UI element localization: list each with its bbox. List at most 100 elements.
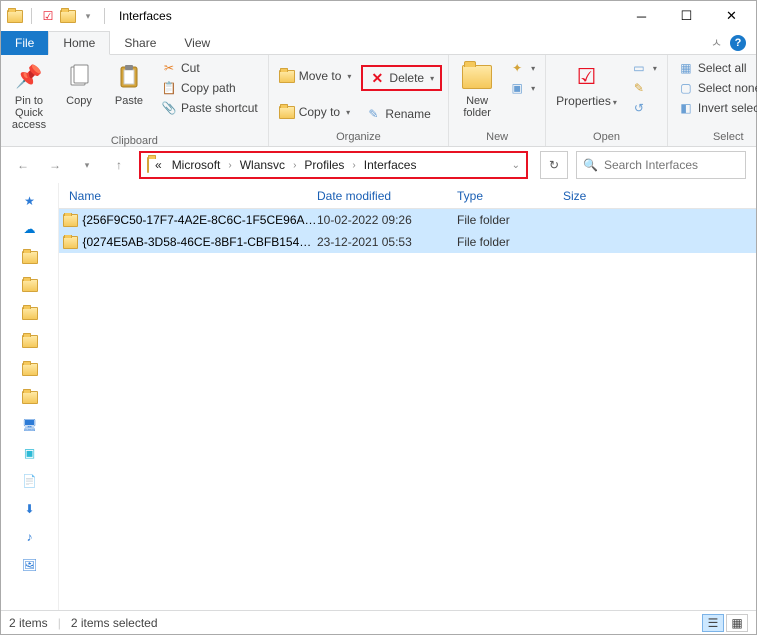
thumbnails-view-button[interactable]: ▦	[726, 614, 748, 632]
nav-bar: ← → ▾ ↑ « Microsoft› Wlansvc› Profiles› …	[1, 147, 756, 183]
copy-button[interactable]: Copy	[57, 59, 101, 133]
cut-button[interactable]: ✂Cut	[157, 59, 262, 77]
rename-icon: ✎	[365, 106, 381, 122]
breadcrumb-item[interactable]: Wlansvc	[236, 156, 289, 174]
status-bar: 2 items | 2 items selected ☰ ▦	[1, 610, 756, 634]
paste-shortcut-button[interactable]: 📎Paste shortcut	[157, 99, 262, 117]
address-bar[interactable]: « Microsoft› Wlansvc› Profiles› Interfac…	[139, 151, 528, 179]
search-icon: 🔍	[583, 158, 598, 172]
pictures-icon[interactable]: 🖼	[20, 555, 40, 575]
documents-icon[interactable]: 📄	[20, 471, 40, 491]
select-all-icon: ▦	[678, 60, 694, 76]
close-button[interactable]: ✕	[709, 1, 754, 31]
history-icon: ↺	[631, 100, 647, 116]
paste-icon	[113, 61, 145, 93]
onedrive-icon[interactable]: ☁	[20, 219, 40, 239]
new-item-icon: ✦	[509, 60, 525, 76]
chevron-right-icon[interactable]: ›	[226, 160, 233, 171]
ribbon-tabs: File Home Share View ㅅ ?	[1, 31, 756, 55]
group-label: Open	[552, 129, 661, 146]
edit-button[interactable]: ✎	[627, 79, 661, 97]
folder-icon[interactable]	[20, 303, 40, 323]
list-item[interactable]: {0274E5AB-3D58-46CE-8BF1-CBFB154CE... 23…	[59, 231, 756, 253]
tab-home[interactable]: Home	[48, 31, 110, 55]
pin-to-quick-access-button[interactable]: 📌 Pin to Quick access	[7, 59, 51, 133]
address-dropdown-icon[interactable]: ⌄	[512, 160, 520, 171]
breadcrumb-item[interactable]: Profiles	[300, 156, 348, 174]
item-count: 2 items	[9, 616, 48, 630]
column-headers: Name Date modified Type Size	[59, 183, 756, 209]
copy-to-button[interactable]: Copy to▾	[275, 103, 356, 121]
scissors-icon: ✂	[161, 60, 177, 76]
qat-properties-icon[interactable]: ☑	[40, 8, 56, 24]
folder-icon	[7, 8, 23, 24]
up-button[interactable]: ↑	[107, 153, 131, 177]
recent-locations-button[interactable]: ▾	[75, 153, 99, 177]
folder-icon[interactable]	[20, 359, 40, 379]
search-input[interactable]	[604, 158, 739, 172]
history-button[interactable]: ↺	[627, 99, 661, 117]
quick-access-icon[interactable]: ★	[20, 191, 40, 211]
group-label: Organize	[275, 129, 442, 146]
chevron-right-icon[interactable]: ›	[291, 160, 298, 171]
breadcrumb-item[interactable]: Microsoft	[168, 156, 225, 174]
search-box[interactable]: 🔍	[576, 151, 746, 179]
open-button[interactable]: ▭▾	[627, 59, 661, 77]
tab-file[interactable]: File	[1, 31, 48, 55]
help-icon[interactable]: ?	[730, 35, 746, 51]
tab-view[interactable]: View	[170, 31, 224, 55]
folder-icon	[279, 104, 295, 120]
3d-objects-icon[interactable]: ▣	[20, 443, 40, 463]
refresh-button[interactable]: ↻	[540, 151, 568, 179]
this-pc-icon[interactable]: 🖥	[20, 415, 40, 435]
new-folder-button[interactable]: New folder	[455, 59, 499, 129]
chevron-right-icon[interactable]: ›	[350, 160, 357, 171]
select-all-button[interactable]: ▦Select all	[674, 59, 757, 77]
invert-selection-button[interactable]: ◧Invert selection	[674, 99, 757, 117]
folder-icon[interactable]	[20, 387, 40, 407]
open-icon: ▭	[631, 60, 647, 76]
title-bar: ☑ ▾ Interfaces ─ ☐ ✕	[1, 1, 756, 31]
folder-icon	[63, 214, 78, 227]
nav-tree[interactable]: ★ ☁ 🖥 ▣ 📄 ⬇ ♪ 🖼	[1, 183, 59, 610]
delete-button[interactable]: ✕Delete▾	[361, 65, 442, 91]
col-date[interactable]: Date modified	[317, 189, 457, 203]
tab-share[interactable]: Share	[110, 31, 170, 55]
back-button[interactable]: ←	[11, 153, 35, 177]
move-to-button[interactable]: Move to▾	[275, 67, 356, 85]
music-icon[interactable]: ♪	[20, 527, 40, 547]
downloads-icon[interactable]: ⬇	[20, 499, 40, 519]
folder-icon	[147, 158, 149, 172]
new-item-button[interactable]: ✦▾	[505, 59, 539, 77]
list-item[interactable]: {256F9C50-17F7-4A2E-8C6C-1F5CE96A53... 1…	[59, 209, 756, 231]
folder-icon[interactable]	[20, 331, 40, 351]
pin-icon: 📌	[13, 61, 45, 93]
group-clipboard: 📌 Pin to Quick access Copy Paste ✂Cut 📋C…	[1, 55, 269, 146]
col-size[interactable]: Size	[563, 189, 663, 203]
minimize-button[interactable]: ─	[619, 1, 664, 31]
copy-path-icon: 📋	[161, 80, 177, 96]
paste-button[interactable]: Paste	[107, 59, 151, 133]
easy-access-button[interactable]: ▣▾	[505, 79, 539, 97]
folder-icon[interactable]	[20, 275, 40, 295]
collapse-ribbon-icon[interactable]: ㅅ	[711, 34, 722, 51]
details-view-button[interactable]: ☰	[702, 614, 724, 632]
rename-button[interactable]: ✎Rename	[361, 105, 442, 123]
ribbon: 📌 Pin to Quick access Copy Paste ✂Cut 📋C…	[1, 55, 756, 147]
group-open: ☑ Properties▾ ▭▾ ✎ ↺ Open	[546, 55, 668, 146]
col-type[interactable]: Type	[457, 189, 563, 203]
qat-dropdown-icon[interactable]: ▾	[80, 8, 96, 24]
breadcrumb: « Microsoft› Wlansvc› Profiles› Interfac…	[151, 156, 420, 174]
group-label: Select	[674, 129, 757, 146]
folder-icon[interactable]	[20, 247, 40, 267]
selection-count: 2 items selected	[71, 616, 158, 630]
col-name[interactable]: Name	[59, 189, 317, 203]
properties-button[interactable]: ☑ Properties▾	[552, 59, 621, 129]
copy-path-button[interactable]: 📋Copy path	[157, 79, 262, 97]
breadcrumb-item[interactable]: Interfaces	[360, 156, 421, 174]
maximize-button[interactable]: ☐	[664, 1, 709, 31]
select-none-button[interactable]: ▢Select none	[674, 79, 757, 97]
paste-shortcut-icon: 📎	[161, 100, 177, 116]
group-label: New	[455, 129, 539, 146]
forward-button[interactable]: →	[43, 153, 67, 177]
